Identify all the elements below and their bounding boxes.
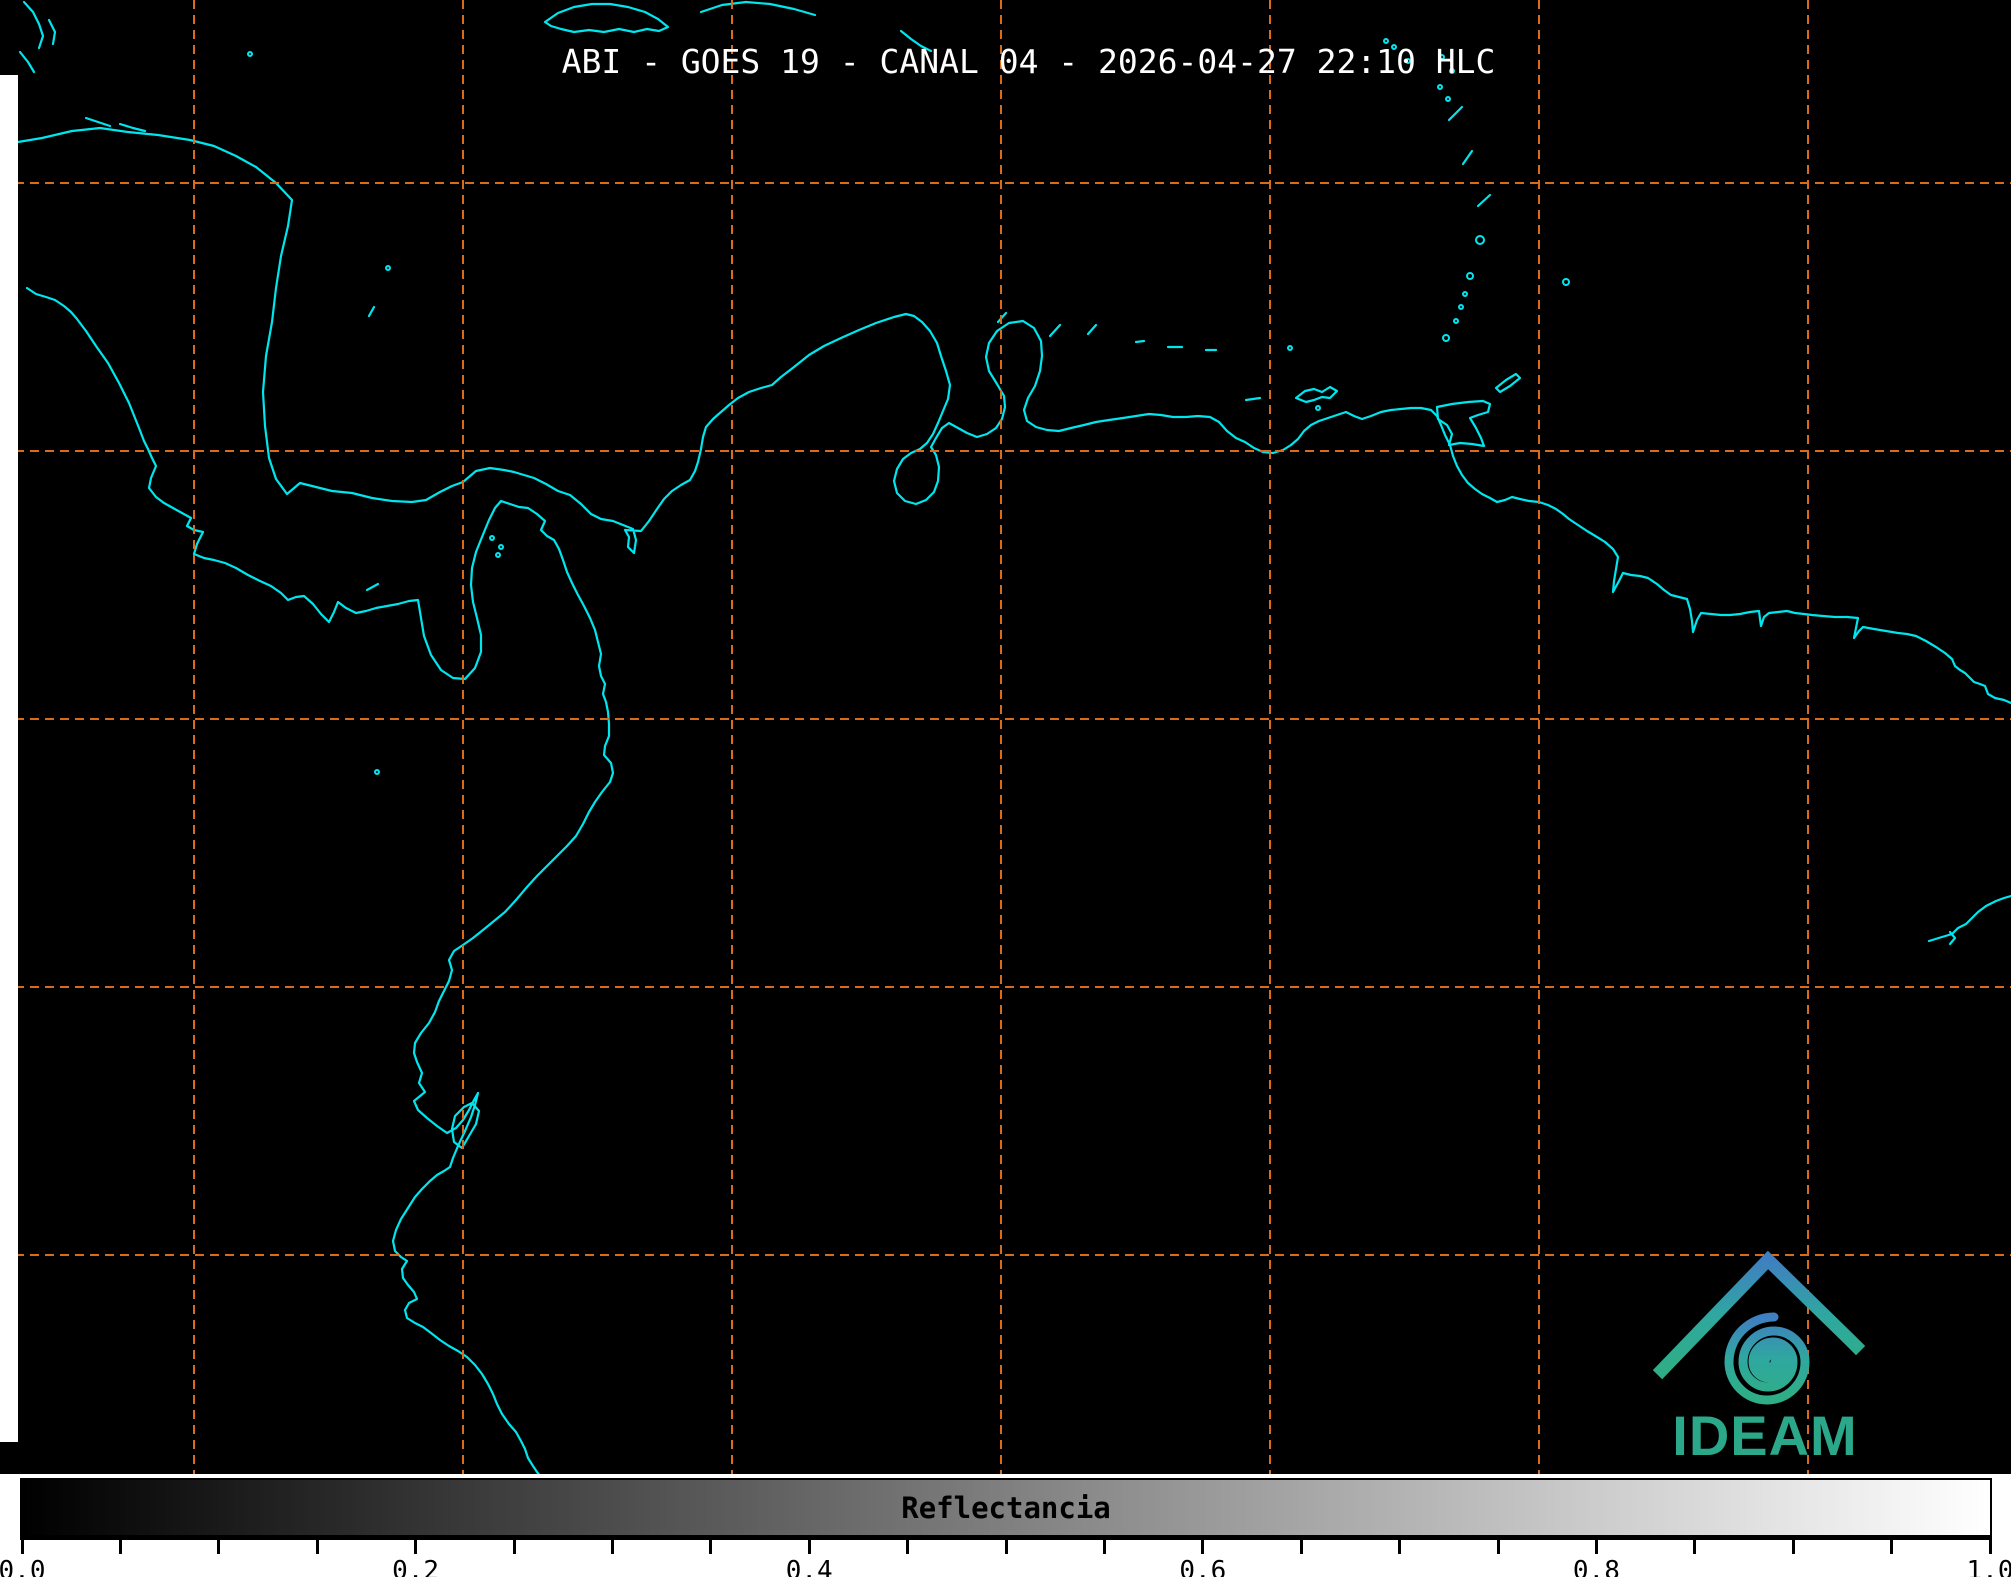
island-outline [386, 266, 390, 270]
coastline-path [86, 118, 110, 126]
coastline-path [27, 288, 613, 1474]
colorbar-tick [1890, 1540, 1893, 1554]
colorbar-tick [217, 1540, 220, 1554]
map-title: ABI - GOES 19 - CANAL 04 - 2026-04-27 22… [0, 42, 2011, 81]
coastline-path [1088, 325, 1096, 334]
colorbar-tick [21, 1540, 24, 1554]
colorbar-tick [1300, 1540, 1303, 1554]
colorbar-tick [1201, 1540, 1204, 1554]
coastline-path [1449, 107, 1462, 120]
colorbar-tick [1595, 1540, 1598, 1554]
coastline-path [1929, 896, 2011, 941]
logo-hurricane-spiral-icon [1729, 1317, 1805, 1400]
coastline-path [49, 20, 55, 44]
colorbar-tick [414, 1540, 417, 1554]
island-outline [1463, 292, 1467, 296]
coastline-path [1478, 195, 1490, 206]
coastline-path [1246, 398, 1260, 400]
island-outline [1446, 97, 1450, 101]
island-outline [1438, 85, 1442, 89]
colorbar-tick [906, 1540, 909, 1554]
colorbar-tick [119, 1540, 122, 1554]
island-outline [496, 553, 500, 557]
colorbar-tick [1005, 1540, 1008, 1554]
satellite-product-screenshot: ABI - GOES 19 - CANAL 04 - 2026-04-27 22… [0, 0, 2011, 1577]
coastline-path [1463, 151, 1472, 164]
colorbar-tick-label: 0.4 [786, 1556, 833, 1577]
coastline-path [1136, 341, 1144, 342]
island-outline [1443, 335, 1449, 341]
ideam-logo: IDEAM [1650, 1240, 1880, 1475]
island-outline [1476, 236, 1484, 244]
colorbar-tick [1989, 1540, 1992, 1554]
coastline-path [369, 307, 374, 316]
island-outline [1288, 346, 1292, 350]
colorbar-tick-label: 0.6 [1179, 1556, 1226, 1577]
colorbar-tick [1497, 1540, 1500, 1554]
logo-text: IDEAM [1672, 1404, 1857, 1467]
coastline-path [1437, 401, 1490, 446]
coastline-path [545, 4, 668, 32]
colorbar-tick-label: 0.8 [1573, 1556, 1620, 1577]
colorbar-tick [316, 1540, 319, 1554]
colorbar-tick [513, 1540, 516, 1554]
island-outline [375, 770, 379, 774]
colorbar-label: Reflectancia [901, 1491, 1111, 1525]
colorbar-tick [1398, 1540, 1401, 1554]
colorbar-tick [611, 1540, 614, 1554]
island-outline [490, 536, 494, 540]
island-outline [1467, 273, 1473, 279]
colorbar-tick [1693, 1540, 1696, 1554]
island-outline [499, 545, 503, 549]
coastline-path [1950, 932, 1955, 944]
colorbar-tick-label: 1.0 [1967, 1556, 2011, 1577]
coastline-path [0, 128, 2011, 703]
coastline-path [701, 2, 815, 15]
colorbar-tick-label: 0.0 [0, 1556, 45, 1577]
off-scan-edge-strip [0, 75, 18, 1442]
coastline-path [1496, 374, 1520, 392]
colorbar-tick [808, 1540, 811, 1554]
island-outline [1459, 305, 1463, 309]
coastline-path [120, 124, 145, 131]
colorbar-tick [1103, 1540, 1106, 1554]
coastline-path [367, 584, 378, 590]
colorbar-tick-label: 0.2 [392, 1556, 439, 1577]
coastline-path [452, 1103, 479, 1148]
island-outline [1316, 406, 1320, 410]
coastline-path [1050, 325, 1060, 336]
colorbar-region: Reflectancia 0.0 0.2 0.4 0.6 0.8 1.0 [0, 1474, 2011, 1577]
island-outline [1563, 279, 1569, 285]
coastline-path [1296, 387, 1337, 402]
colorbar-tick [709, 1540, 712, 1554]
island-outline [1454, 319, 1458, 323]
colorbar-tick [1792, 1540, 1795, 1554]
